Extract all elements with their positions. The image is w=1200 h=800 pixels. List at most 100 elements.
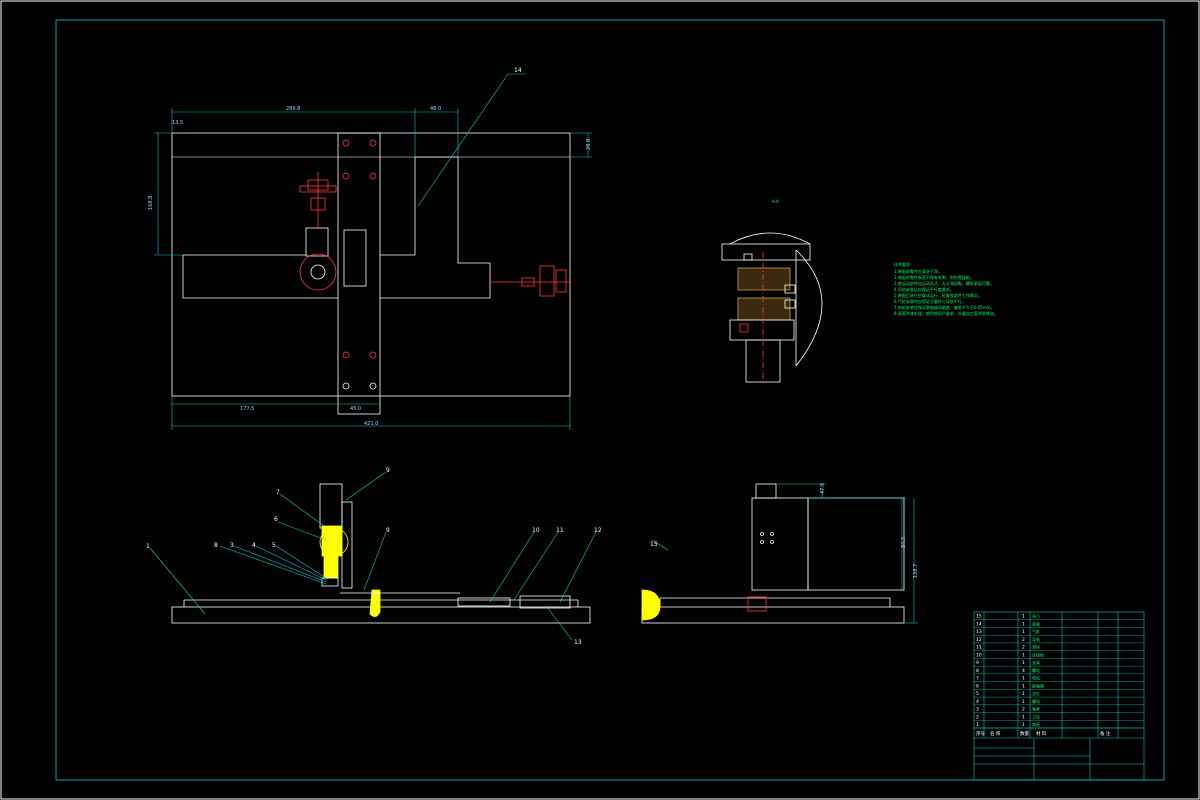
parts-row-name: 轴承 — [1032, 706, 1040, 712]
dim-bottom-mid: 45.0 — [350, 406, 361, 412]
callout-12: 12 — [594, 527, 602, 534]
header-no: 序号 — [976, 730, 985, 737]
front-view-carriage — [321, 525, 343, 557]
parts-row-qty: 1 — [1022, 714, 1025, 720]
callout-4: 4 — [252, 542, 256, 549]
parts-row-qty: 1 — [1022, 621, 1025, 627]
note-line: 2.装配时零件表面不得有毛刺、划伤等缺陷。 — [894, 274, 974, 280]
side-view — [641, 483, 905, 624]
parts-row-no: 8 — [976, 668, 979, 674]
dim-offset-right: 28.8 — [586, 139, 592, 150]
parts-row-no: 7 — [976, 676, 979, 682]
note-line: 8.表面涂漆处理，颜色按用户要求，外露加工面涂防锈油。 — [894, 310, 998, 316]
parts-row-qty: 2 — [1022, 707, 1025, 713]
parts-row-no: 2 — [976, 714, 979, 720]
top-view-dim-labels: 289.8 48.0 13.5 168.8 28.8 177.5 45.0 42… — [148, 67, 592, 427]
front-view-clamp — [369, 589, 381, 617]
parts-row-no: 1 — [976, 722, 979, 728]
note-line: 7.电机安装应保证联轴器同轴度，偏差不大于0.05mm。 — [894, 304, 995, 310]
parts-row-no: 10 — [976, 652, 982, 658]
parts-row-no: 11 — [976, 645, 982, 651]
callout-10: 10 — [532, 527, 540, 534]
callout-9-top: 9 — [386, 467, 390, 474]
front-view-callout-labels: 1 8 3 4 5 6 7 9 9 10 11 12 13 — [146, 467, 602, 646]
parts-row-qty: 1 — [1022, 683, 1025, 689]
top-view — [171, 132, 571, 415]
parts-row-no: 15 — [976, 614, 982, 620]
parts-row-name: 螺母 — [1032, 698, 1040, 704]
parts-row-name: 联轴器 — [1032, 682, 1044, 688]
side-view-housing — [751, 497, 809, 591]
parts-row-qty: 4 — [1022, 668, 1025, 674]
parts-row-no: 12 — [976, 637, 982, 643]
section-view: A-A — [721, 199, 823, 384]
callout-14: 14 — [514, 67, 522, 74]
dim-side-3: 138.7 — [913, 564, 919, 578]
callout-1: 1 — [146, 543, 150, 550]
front-view-motor — [319, 483, 343, 529]
dim-width-right: 48.0 — [430, 106, 441, 112]
dim-height-left: 168.8 — [148, 196, 154, 210]
parts-row-name: 夹爪 — [1032, 613, 1040, 619]
parts-row-no: 4 — [976, 699, 979, 705]
parts-row-name: 气缸 — [1032, 628, 1040, 634]
parts-row-no: 3 — [976, 707, 979, 713]
top-view-holes — [342, 139, 377, 390]
note-line: 3.各运动部件应运动灵活，无卡滞现象，螺栓紧固可靠。 — [894, 280, 994, 286]
parts-row-name: 丝杠 — [1032, 690, 1040, 696]
parts-row-qty: 1 — [1022, 676, 1025, 682]
callout-11: 11 — [556, 527, 564, 534]
parts-row-qty: 1 — [1022, 722, 1025, 728]
dim-side-1: 47.5 — [820, 483, 826, 494]
top-view-cylinder-left — [299, 172, 337, 228]
callout-7: 7 — [276, 489, 280, 496]
header-material: 材 料 — [1036, 730, 1047, 737]
side-view-clamp — [641, 589, 661, 621]
parts-row-qty: 1 — [1022, 629, 1025, 635]
header-qty: 数量 — [1020, 730, 1029, 737]
callout-8: 8 — [214, 542, 218, 549]
front-view — [171, 483, 591, 624]
top-view-base-plate — [171, 132, 571, 397]
callout-14-leader — [417, 73, 509, 207]
callout-5: 5 — [272, 542, 276, 549]
cad-drawing: 289.8 48.0 13.5 168.8 28.8 177.5 45.0 4 2… — [0, 0, 1200, 800]
callout-9: 9 — [386, 527, 390, 534]
note-line: 6.气缸安装时应保证活塞杆与导轨平行。 — [894, 298, 966, 304]
title-block — [973, 611, 1145, 781]
parts-row-name: 底座 — [1032, 620, 1040, 626]
dim-width-top: 289.8 — [286, 106, 300, 112]
dim-bottom-left: 177.5 — [240, 406, 254, 412]
parts-header: 序号 名 称 数量 材 料 备 注 — [976, 730, 1111, 737]
parts-row-qty: 1 — [1022, 652, 1025, 658]
header-name: 名 称 — [990, 730, 1001, 737]
parts-row-qty: 1 — [1022, 699, 1025, 705]
notes-title: 技术要求 — [894, 261, 910, 267]
parts-row-no: 14 — [976, 621, 982, 627]
parts-row-no: 6 — [976, 683, 979, 689]
parts-row-qty: 1 — [1022, 614, 1025, 620]
parts-list: 15 夹爪114 底座113 气缸112 导轨211 滑块210 连接板19 支架18 螺栓47… — [974, 613, 1144, 729]
parts-row-qty: 2 — [1022, 637, 1025, 643]
callout-13: 13 — [574, 639, 582, 646]
top-view-cylinder-right — [490, 265, 570, 297]
parts-row-no: 9 — [976, 660, 979, 666]
header-note: 备 注 — [1100, 730, 1111, 737]
callout-15: 15 — [650, 541, 658, 548]
section-hatch-upper — [737, 267, 791, 291]
dim-corner: 13.5 — [172, 120, 183, 126]
parts-row-name: 滑块 — [1032, 644, 1040, 650]
top-view-l-bracket — [182, 255, 338, 299]
section-hatch-lower — [737, 297, 791, 321]
technical-notes: 技术要求 1.装配前零件应清洗干净， 2.装配时零件表面不得有毛刺、划伤等缺陷。… — [894, 261, 998, 316]
top-view-gear — [299, 253, 337, 291]
note-line: 1.装配前零件应清洗干净， — [894, 268, 942, 274]
dim-side-2: 84.7 — [901, 537, 907, 548]
parts-row-name: 螺栓 — [1032, 667, 1040, 673]
side-view-labels: 15 47.5 84.7 138.7 — [650, 483, 919, 578]
note-line: 4.导轨安装后应保证平行度要求。 — [894, 286, 954, 292]
side-view-base — [641, 606, 905, 624]
parts-row-name: 电机 — [1032, 675, 1040, 681]
parts-row-name: 支架 — [1032, 659, 1040, 665]
parts-row-no: 5 — [976, 691, 979, 697]
